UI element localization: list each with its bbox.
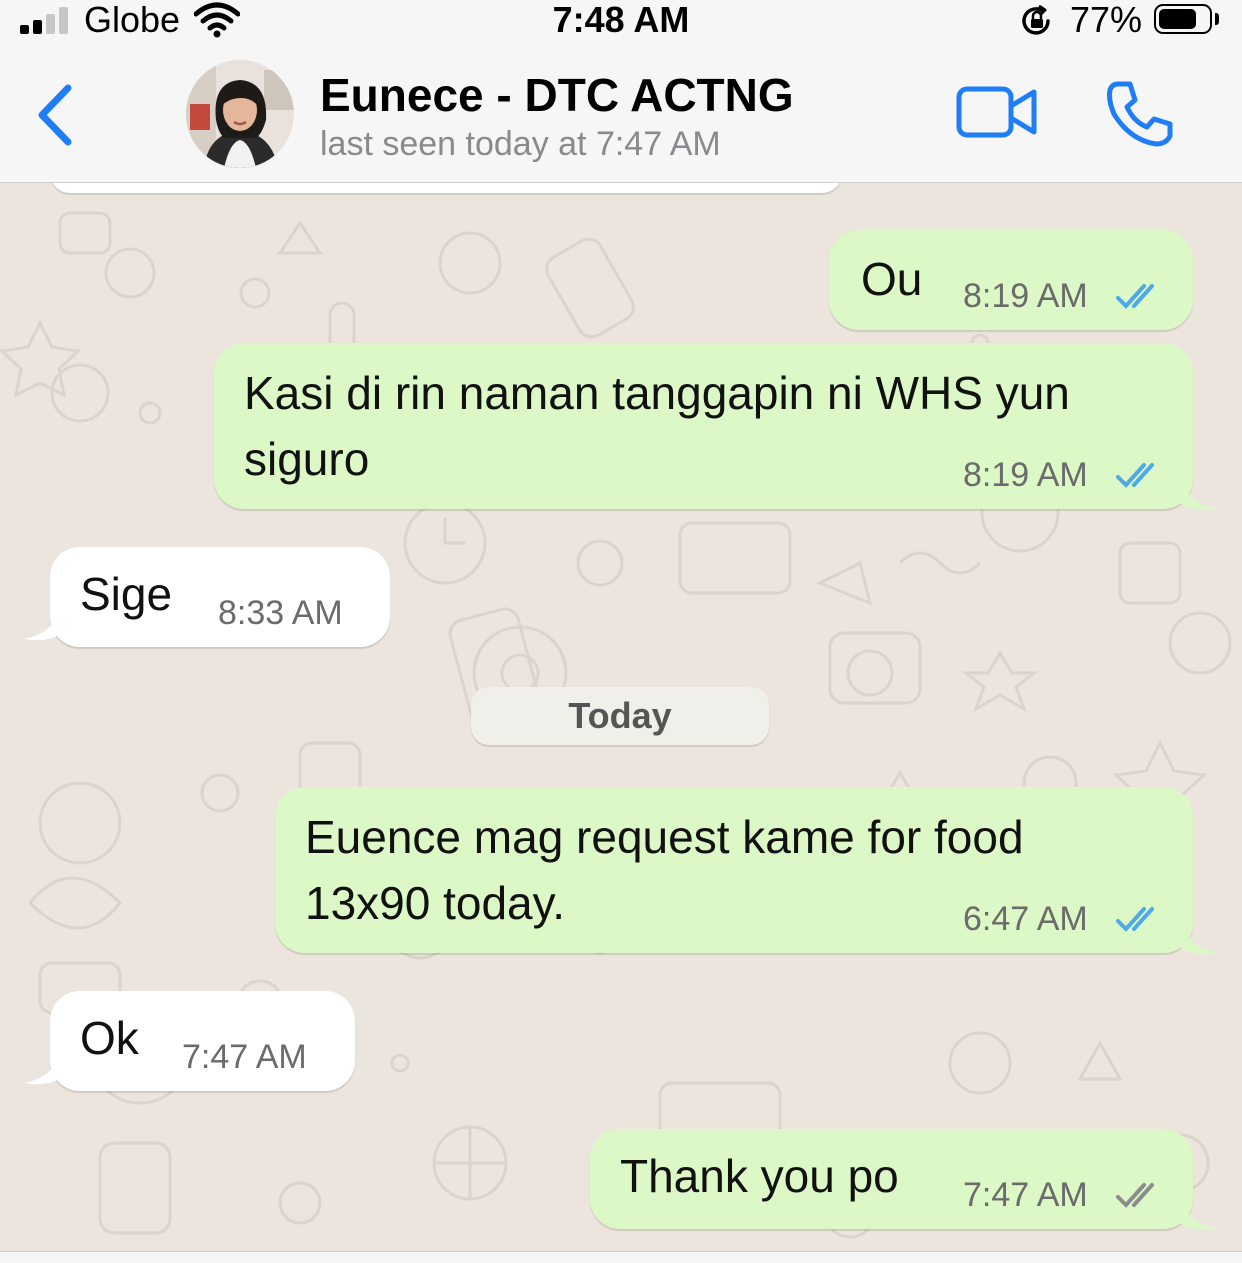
bubble-tail [1180, 1193, 1218, 1231]
status-bar: Globe 7:48 AM 77% [0, 0, 1242, 42]
message-time: 7:47 AM [963, 1176, 1088, 1214]
message-text: Ou [861, 253, 923, 305]
bubble-tail [24, 1047, 62, 1085]
message-time: 7:47 AM [182, 1038, 307, 1076]
contact-name[interactable]: Eunece - DTC ACTNG [320, 68, 794, 122]
video-call-icon[interactable] [956, 84, 1038, 140]
bubble-tail [24, 603, 62, 641]
message-bubble-outgoing[interactable]: Ou 8:19 AM [829, 230, 1193, 330]
double-check-read-icon [1116, 463, 1154, 488]
date-separator: Today [471, 687, 769, 745]
message-time: 8:33 AM [218, 594, 343, 632]
message-bubble-incoming[interactable]: Sige 8:33 AM [50, 547, 390, 647]
avatar[interactable] [186, 60, 294, 168]
phone-call-icon[interactable] [1104, 78, 1176, 150]
message-bubble-outgoing[interactable]: Kasi di rin naman tanggapin ni WHS yun s… [214, 343, 1193, 509]
message-text: Ok [80, 1012, 139, 1064]
bubble-tail [1180, 473, 1218, 511]
back-chevron-icon[interactable] [28, 80, 88, 150]
message-text: Thank you po [620, 1150, 899, 1202]
chat-header: Eunece - DTC ACTNG last seen today at 7:… [0, 42, 1242, 183]
message-time: 8:19 AM [963, 456, 1088, 494]
double-check-read-icon [1116, 284, 1154, 309]
message-text-line: Kasi di rin naman tanggapin ni WHS yun [244, 367, 1070, 419]
message-text-line: siguro [244, 433, 370, 485]
message-bubble-incoming[interactable]: Ok 7:47 AM [50, 991, 355, 1091]
message-time: 6:47 AM [963, 900, 1088, 938]
previous-message-bubble[interactable] [50, 183, 842, 193]
orientation-lock-icon [1022, 5, 1050, 35]
battery-percent: 77% [1070, 0, 1143, 40]
last-seen-status: last seen today at 7:47 AM [320, 125, 721, 163]
double-check-delivered-icon [1116, 1183, 1154, 1208]
message-time: 8:19 AM [963, 277, 1088, 315]
battery-icon [1154, 4, 1212, 34]
message-text: Sige [80, 568, 173, 620]
message-bubble-outgoing[interactable]: Thank you po 7:47 AM [590, 1129, 1193, 1229]
double-check-read-icon [1116, 907, 1154, 932]
chat-area[interactable]: Ou 8:19 AM Kasi di rin naman tanggapin n… [0, 183, 1242, 1251]
input-bar-edge [0, 1251, 1242, 1263]
message-bubble-outgoing[interactable]: Euence mag request kame for food 13x90 t… [275, 787, 1193, 953]
status-time: 7:48 AM [552, 0, 690, 40]
message-text-line: 13x90 today. [305, 877, 566, 929]
bubble-tail [1180, 917, 1218, 955]
battery-tip [1215, 13, 1219, 25]
message-text-line: Euence mag request kame for food [305, 811, 1024, 863]
battery-level [1159, 9, 1196, 29]
